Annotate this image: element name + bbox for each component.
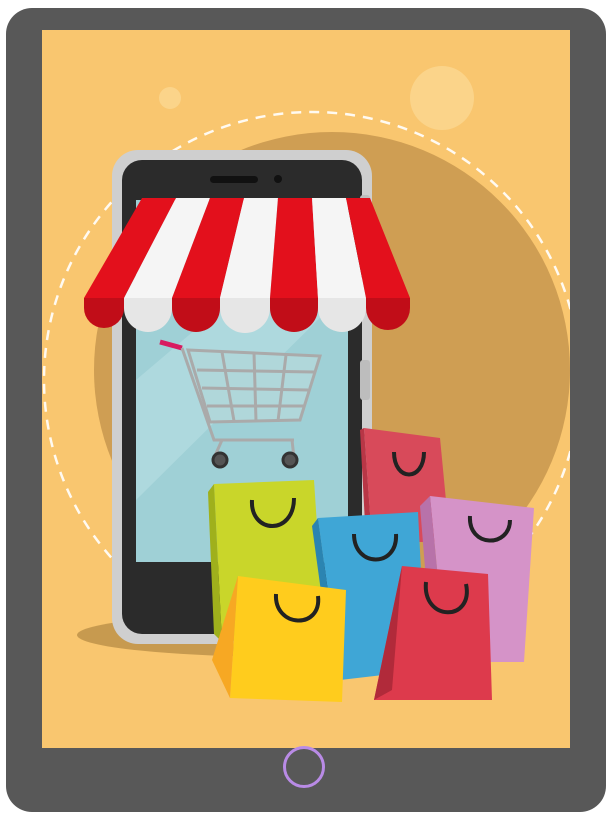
large-bubble: [410, 66, 474, 130]
shop-awning: [84, 198, 410, 333]
home-button[interactable]: [283, 746, 325, 788]
tablet-screen: [42, 30, 570, 748]
online-shopping-illustration: [42, 66, 570, 702]
small-bubble: [159, 87, 181, 109]
